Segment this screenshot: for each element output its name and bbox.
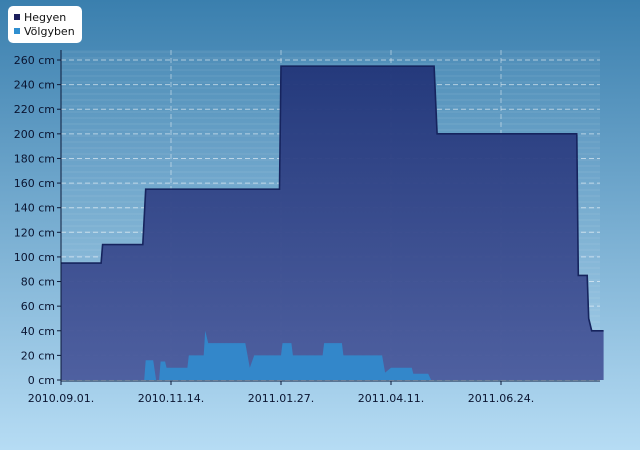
chart: 0 cm 20 cm 40 cm 60 cm 80 cm 100 cm 120 cm 140 … (0, 0, 640, 450)
legend-label: Hegyen (24, 10, 67, 24)
y-tick-label: 180 cm (14, 152, 55, 165)
y-tick-label: 60 cm (21, 300, 55, 313)
legend: Hegyen Völgyben (8, 6, 82, 43)
x-tick-label: 2011.06.24. (468, 392, 534, 405)
legend-swatch (14, 28, 20, 34)
y-tick-label: 80 cm (21, 276, 55, 289)
legend-swatch (14, 14, 20, 20)
y-tick-label: 0 cm (28, 374, 55, 387)
x-tick-label: 2011.04.11. (358, 392, 424, 405)
x-tick-label: 2010.11.14. (138, 392, 204, 405)
y-tick-label: 100 cm (14, 251, 55, 264)
y-tick-label: 120 cm (14, 226, 55, 239)
y-tick-label: 220 cm (14, 103, 55, 116)
x-tick-label: 2011.01.27. (248, 392, 314, 405)
legend-item: Völgyben (14, 24, 76, 38)
legend-item: Hegyen (14, 10, 76, 24)
y-tick-label: 140 cm (14, 202, 55, 215)
y-tick-label: 240 cm (14, 79, 55, 92)
y-tick-label: 40 cm (21, 325, 55, 338)
y-tick-label: 160 cm (14, 177, 55, 190)
y-tick-label: 200 cm (14, 128, 55, 141)
y-tick-label: 20 cm (21, 349, 55, 362)
legend-label: Völgyben (24, 24, 75, 38)
x-tick-label: 2010.09.01. (28, 392, 94, 405)
y-tick-label: 260 cm (14, 54, 55, 67)
